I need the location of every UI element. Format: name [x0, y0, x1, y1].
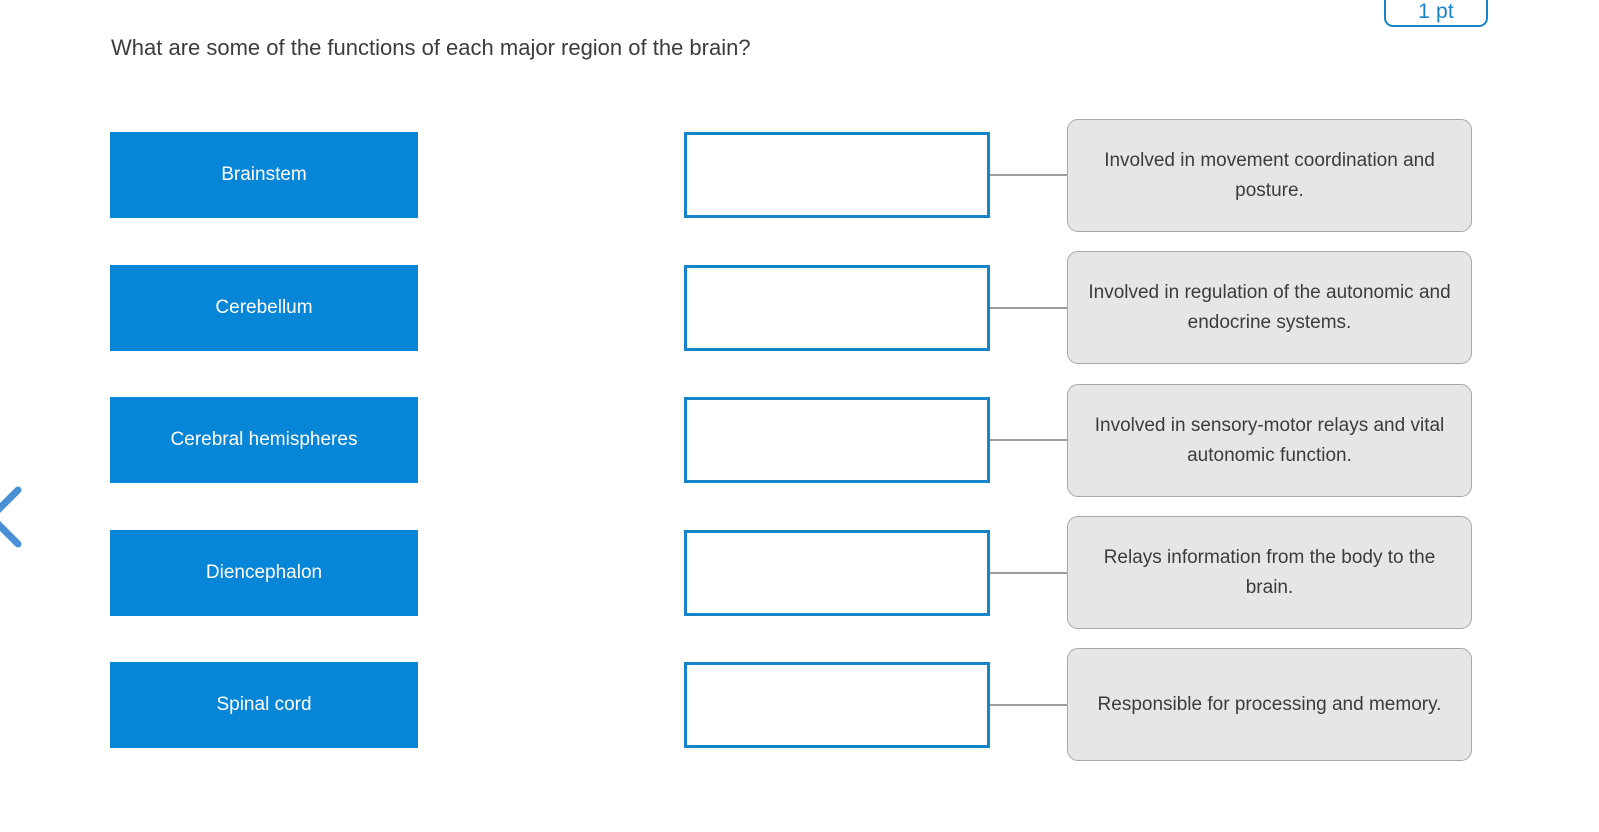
connector-line — [990, 439, 1068, 441]
answer-card[interactable]: Relays information from the body to the … — [1067, 516, 1472, 629]
matching-question-area: Brainstem Involved in movement coordinati… — [0, 0, 1599, 832]
drop-zone[interactable] — [684, 530, 990, 616]
answer-card[interactable]: Involved in movement coordination and po… — [1067, 119, 1472, 232]
drop-zone[interactable] — [684, 132, 990, 218]
answer-card[interactable]: Responsible for processing and memory. — [1067, 648, 1472, 761]
connector-line — [990, 704, 1068, 706]
connector-line — [990, 572, 1068, 574]
term-chip[interactable]: Diencephalon — [110, 530, 418, 616]
term-chip[interactable]: Spinal cord — [110, 662, 418, 748]
answer-card[interactable]: Involved in sensory-motor relays and vit… — [1067, 384, 1472, 497]
answer-card[interactable]: Involved in regulation of the autonomic … — [1067, 251, 1472, 364]
term-chip[interactable]: Brainstem — [110, 132, 418, 218]
drop-zone[interactable] — [684, 265, 990, 351]
connector-line — [990, 307, 1068, 309]
term-chip[interactable]: Cerebellum — [110, 265, 418, 351]
drop-zone[interactable] — [684, 662, 990, 748]
connector-line — [990, 174, 1068, 176]
term-chip[interactable]: Cerebral hemispheres — [110, 397, 418, 483]
drop-zone[interactable] — [684, 397, 990, 483]
